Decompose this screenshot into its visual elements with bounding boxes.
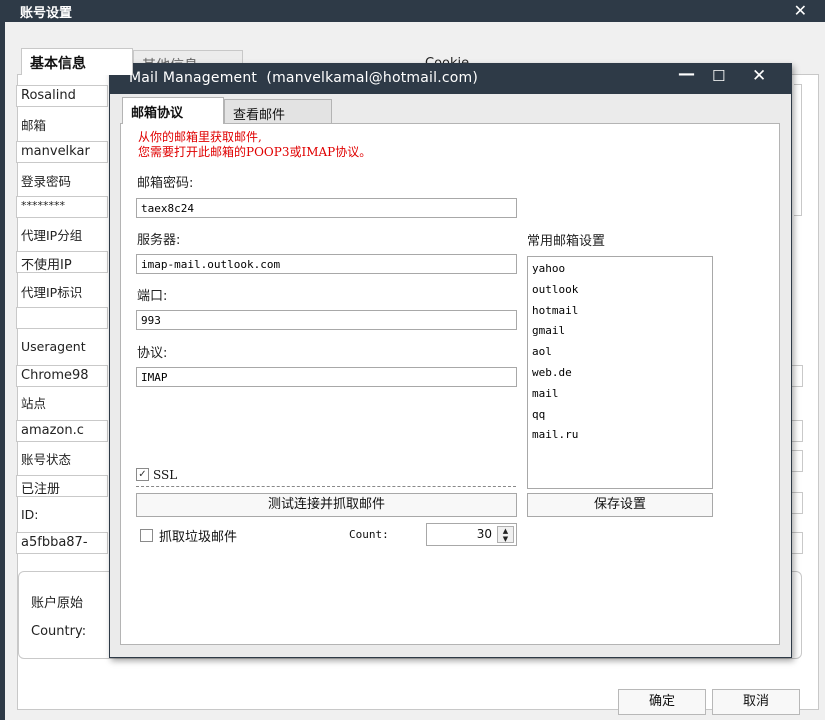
right-field-edge [791,420,803,442]
email-field[interactable]: manvelkar [16,141,108,163]
list-item[interactable]: outlook [532,280,708,301]
proxy-group-label: 代理IP分组 [21,228,83,243]
ssl-label: SSL [153,467,178,482]
tab-basic-info[interactable]: 基本信息 [21,48,133,75]
server-label: 服务器: [137,233,181,248]
mail-protocol-panel: 从你的邮箱里获取邮件, 您需要打开此邮箱的POOP3或IMAP协议。 邮箱密码:… [120,123,780,645]
site-label: 站点 [21,396,47,411]
port-label: 端口: [137,289,168,304]
outer-close-icon[interactable]: ✕ [794,1,807,20]
mail-password-input[interactable] [136,198,517,218]
proxy-id-label: 代理IP标识 [21,285,83,300]
test-connection-button[interactable]: 测试连接并抓取邮件 [136,493,517,517]
list-item[interactable]: web.de [532,363,708,384]
port-input[interactable] [136,310,517,330]
mail-management-dialog: Mail Management (manvelkamal@hotmail.com… [109,63,792,658]
count-stepper[interactable]: 30 ▲ ▼ [426,523,517,546]
outer-titlebar: 账号设置 ✕ [0,0,825,22]
mail-password-label: 邮箱密码: [137,176,194,191]
count-label: Count: [349,528,389,541]
useragent-field[interactable]: Chrome98 [16,365,108,387]
useragent-label: Useragent [21,339,86,354]
ok-button[interactable]: 确定 [618,689,706,715]
login-password-field[interactable]: ******** [16,196,108,218]
ssl-checkbox[interactable]: ✓ [136,468,149,481]
cookie-textarea[interactable] [794,84,802,216]
minimize-icon[interactable]: — [678,64,695,84]
protocol-label: 协议: [137,346,168,361]
cancel-button[interactable]: 取消 [712,689,800,715]
focus-dashed-divider [136,486,516,487]
id-label: ID: [21,507,39,522]
tab-mail-protocol[interactable]: 邮箱协议 [122,97,224,124]
account-origin-label: 账户原始 [31,596,84,611]
junk-mail-checkbox[interactable] [140,529,153,542]
right-field-edge [791,365,803,387]
account-status-field[interactable]: 已注册 [16,475,108,497]
list-item[interactable]: hotmail [532,301,708,322]
dialog-titlebar[interactable]: Mail Management (manvelkamal@hotmail.com… [110,64,791,94]
common-settings-label: 常用邮箱设置 [527,234,606,249]
list-item[interactable]: yahoo [532,259,708,280]
server-input[interactable] [136,254,517,274]
close-icon[interactable]: ✕ [752,66,766,86]
junk-row[interactable]: 抓取垃圾邮件 [140,526,238,545]
account-status-label: 账号状态 [21,452,72,467]
protocol-input[interactable] [136,367,517,387]
country-label: Country: [31,624,87,639]
site-field[interactable]: amazon.c [16,420,108,442]
list-item[interactable]: mail.ru [532,425,708,446]
right-field-edge [791,450,803,472]
ssl-row[interactable]: ✓ SSL [136,467,177,485]
common-settings-list[interactable]: yahoo outlook hotmail gmail aol web.de m… [527,256,713,489]
list-item[interactable]: aol [532,342,708,363]
proxy-group-select[interactable]: 不使用IP [16,251,108,273]
count-value: 30 [476,527,492,541]
list-item[interactable]: qq [532,405,708,426]
maximize-icon[interactable]: ☐ [712,67,725,85]
save-settings-button[interactable]: 保存设置 [527,493,713,517]
login-password-label: 登录密码 [21,174,72,189]
tab-view-mail[interactable]: 查看邮件 [224,99,332,123]
proxy-id-field[interactable] [16,307,108,329]
right-field-edge [791,492,803,514]
dialog-title: Mail Management (manvelkamal@hotmail.com… [129,70,479,86]
list-item[interactable]: mail [532,384,708,405]
nickname-field[interactable]: Rosalind [16,85,108,107]
junk-mail-label: 抓取垃圾邮件 [159,530,238,545]
email-label: 邮箱 [21,118,47,133]
list-item[interactable]: gmail [532,321,708,342]
right-field-edge [791,532,803,554]
spin-arrows-icon[interactable]: ▲ ▼ [497,526,514,543]
notice-line-2: 您需要打开此邮箱的POOP3或IMAP协议。 [138,145,372,159]
outer-window-title: 账号设置 [20,6,73,21]
id-field[interactable]: a5fbba87- [16,532,108,554]
